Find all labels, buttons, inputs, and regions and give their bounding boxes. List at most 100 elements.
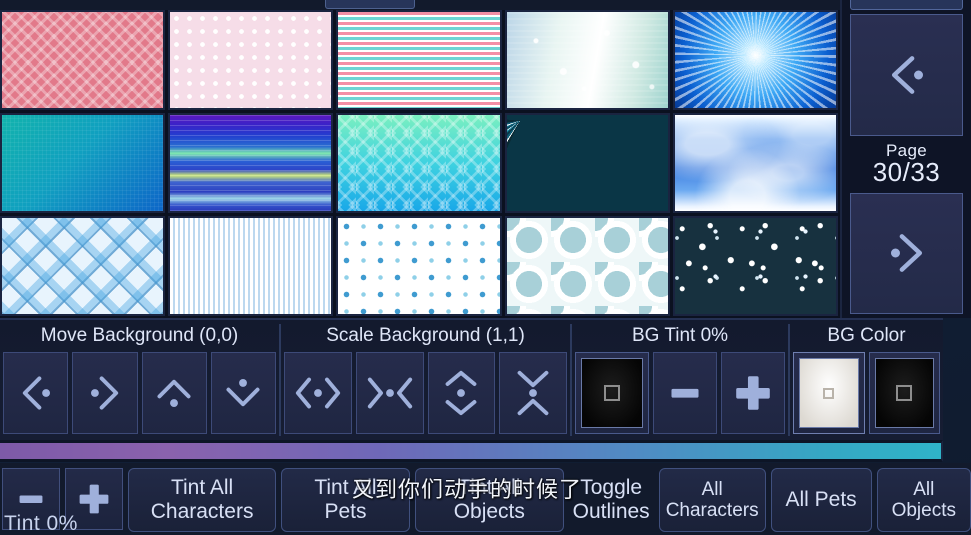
all-characters-button[interactable]: All Characters bbox=[658, 468, 766, 532]
rail-top-chip bbox=[850, 0, 963, 10]
swatch-selection-mark bbox=[823, 387, 835, 399]
background-thumbnail[interactable] bbox=[336, 10, 502, 110]
bg-tint-decrease-button[interactable] bbox=[653, 352, 717, 434]
shrink-vertical-button[interactable] bbox=[499, 352, 567, 434]
shrink-horizontal-icon bbox=[367, 377, 412, 409]
background-thumbnail[interactable] bbox=[336, 113, 502, 213]
button-label: All Objects bbox=[892, 479, 956, 522]
top-partial-strip bbox=[0, 0, 971, 10]
color-swatch-fill bbox=[874, 358, 934, 428]
thumb-art-starry-night bbox=[674, 218, 836, 314]
move-background-title: Move Background (0,0) bbox=[40, 325, 239, 346]
thumb-art-bubble-circles bbox=[506, 218, 668, 314]
top-chip-left bbox=[325, 0, 415, 9]
thumb-art-pink-polka-dots bbox=[170, 12, 332, 108]
expand-horizontal-icon bbox=[295, 377, 340, 409]
background-thumbnail[interactable] bbox=[504, 216, 670, 316]
background-thumbnail[interactable] bbox=[672, 113, 838, 213]
thumb-art-pink-teal-stripes bbox=[338, 12, 500, 108]
thumb-art-blue-watercolor-clouds bbox=[674, 115, 836, 211]
chevron-left-dot-icon bbox=[891, 55, 923, 94]
thumb-art-blue-pinstripes bbox=[170, 218, 332, 314]
button-label: Tint All Objects bbox=[454, 476, 525, 523]
label-line-1: All bbox=[913, 478, 935, 500]
background-thumbnail[interactable] bbox=[0, 216, 166, 316]
background-thumbnail[interactable] bbox=[0, 113, 166, 213]
chevron-right-dot-icon bbox=[890, 234, 922, 273]
background-thumbnail[interactable] bbox=[168, 113, 334, 213]
scale-background-title: Scale Background (1,1) bbox=[326, 325, 525, 346]
thumb-art-blue-light-rays bbox=[506, 115, 668, 211]
label-line-1: Tint All bbox=[314, 476, 377, 500]
tint-swatch-fill bbox=[581, 358, 643, 428]
expand-vertical-icon bbox=[445, 370, 477, 416]
chevron-up-dot-icon bbox=[157, 379, 191, 407]
bg-color-white-swatch[interactable] bbox=[793, 352, 865, 434]
label-line-1: Toggle bbox=[580, 476, 643, 500]
page-indicator: Page 30/33 bbox=[842, 140, 971, 189]
tint-all-characters-button[interactable]: Tint All Characters bbox=[128, 468, 276, 532]
background-thumbnail[interactable] bbox=[672, 10, 838, 110]
minus-icon bbox=[19, 495, 43, 503]
next-page-button[interactable] bbox=[850, 192, 963, 314]
background-thumbnail[interactable] bbox=[504, 113, 670, 213]
thumb-art-spectrum-streaks bbox=[170, 115, 332, 211]
move-right-button[interactable] bbox=[72, 352, 138, 434]
swatch-selection-mark bbox=[604, 385, 620, 401]
label-line-2: Outlines bbox=[572, 500, 650, 523]
label-line-2: Objects bbox=[453, 500, 525, 523]
gradient-divider bbox=[0, 440, 943, 462]
background-thumbnail[interactable] bbox=[168, 216, 334, 316]
button-label: Toggle Outlines bbox=[573, 476, 650, 523]
move-up-button[interactable] bbox=[141, 352, 207, 434]
all-objects-button[interactable]: All Objects bbox=[876, 468, 971, 532]
shrink-horizontal-button[interactable] bbox=[355, 352, 424, 434]
chevron-left-dot-icon bbox=[22, 376, 50, 410]
plus-icon bbox=[736, 376, 770, 410]
toggle-outlines-button[interactable]: Toggle Outlines bbox=[569, 468, 654, 532]
all-pets-button[interactable]: All Pets bbox=[770, 468, 872, 532]
app-root: Page 30/33 Move Background (0,0) Scale B… bbox=[0, 0, 971, 535]
chevron-right-dot-icon bbox=[90, 376, 119, 410]
tint-all-objects-button[interactable]: Tint All Objects bbox=[414, 468, 564, 532]
label-line-2: Characters bbox=[150, 500, 254, 523]
move-down-button[interactable] bbox=[210, 352, 276, 434]
button-label: All Pets bbox=[785, 488, 857, 512]
background-thumbnail[interactable] bbox=[504, 10, 670, 110]
previous-page-button[interactable] bbox=[850, 14, 963, 136]
thumb-art-teal-chevron-zigzag bbox=[338, 115, 500, 211]
shrink-vertical-icon bbox=[517, 370, 549, 416]
page-value: 30/33 bbox=[872, 156, 941, 187]
thumb-art-sparkle-bokeh bbox=[506, 12, 668, 108]
swatch-selection-mark bbox=[896, 385, 913, 401]
move-left-button[interactable] bbox=[3, 352, 69, 434]
bg-tint-color-swatch[interactable] bbox=[575, 352, 649, 434]
expand-horizontal-button[interactable] bbox=[284, 352, 352, 434]
tint-all-pets-button[interactable]: Tint All Pets bbox=[280, 468, 410, 532]
minus-icon bbox=[671, 388, 699, 398]
bg-color-title: BG Color bbox=[827, 325, 906, 346]
background-thumbnail[interactable] bbox=[0, 10, 166, 110]
background-thumbnail[interactable] bbox=[336, 216, 502, 316]
button-label: Tint All Pets bbox=[314, 476, 376, 523]
tint-increase-button[interactable] bbox=[65, 468, 124, 530]
thumb-art-blue-plaid bbox=[2, 218, 164, 314]
bg-tint-increase-button[interactable] bbox=[721, 352, 785, 434]
bottom-action-bar: Tint All Characters Tint All Pets Tint A… bbox=[0, 463, 971, 535]
bg-tint-title: BG Tint 0% bbox=[631, 325, 729, 346]
expand-vertical-button[interactable] bbox=[427, 352, 496, 434]
scale-background-group: Scale Background (1,1) bbox=[281, 320, 570, 440]
bg-color-black-swatch[interactable] bbox=[868, 352, 940, 434]
background-thumbnail-grid bbox=[0, 10, 840, 318]
label-line-2: Characters bbox=[665, 500, 759, 521]
thumb-art-snowflakes bbox=[338, 218, 500, 314]
background-thumbnail[interactable] bbox=[672, 216, 838, 316]
bg-color-group: BG Color bbox=[790, 320, 943, 440]
button-label: Tint All Characters bbox=[151, 476, 254, 523]
thumb-art-pink-greek-key bbox=[2, 12, 164, 108]
tint-decrease-button[interactable] bbox=[2, 468, 61, 530]
thumb-art-teal-gradient bbox=[2, 115, 164, 211]
background-thumbnail[interactable] bbox=[168, 10, 334, 110]
label-line-1: Tint All bbox=[170, 476, 234, 500]
page-word: Page bbox=[886, 140, 927, 160]
